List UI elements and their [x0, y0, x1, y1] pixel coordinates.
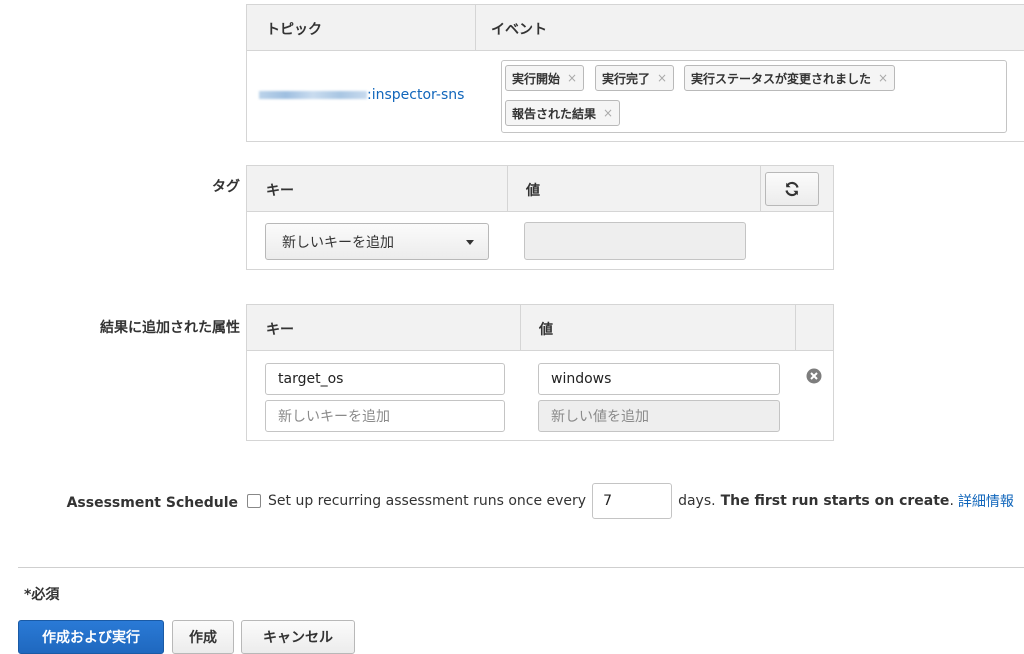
- new-attribute-key-input[interactable]: 新しいキーを追加: [265, 400, 505, 432]
- attributes-key-header: キー: [266, 322, 294, 338]
- days-value: 7: [603, 493, 612, 509]
- event-chip-label: 報告された結果: [512, 106, 597, 121]
- event-chip-label: 実行完了: [602, 71, 651, 86]
- attributes-value-header: 値: [539, 322, 553, 338]
- new-attribute-value-input[interactable]: 新しい値を追加: [538, 400, 780, 432]
- sns-header-row: [247, 5, 1024, 51]
- topic-header: トピック: [266, 22, 322, 38]
- new-attribute-value-placeholder: 新しい値を追加: [551, 409, 649, 425]
- remove-chip-icon[interactable]: ×: [878, 71, 888, 85]
- remove-attribute-icon[interactable]: [806, 368, 822, 384]
- attribute-value-value: windows: [551, 371, 612, 387]
- tags-key-header: キー: [266, 183, 294, 199]
- attribute-key-value: target_os: [278, 371, 344, 387]
- sns-panel: トピック イベント :inspector-sns 実行開始 × 実行完了 × 実…: [246, 4, 1024, 142]
- schedule-row: Set up recurring assessment runs once ev…: [247, 483, 1022, 519]
- footer-divider: [18, 567, 1024, 568]
- schedule-label: Assessment Schedule: [66, 495, 238, 511]
- remove-chip-icon[interactable]: ×: [657, 71, 667, 85]
- cancel-button[interactable]: キャンセル: [241, 620, 355, 654]
- event-header: イベント: [491, 22, 547, 38]
- tag-key-select-label: 新しいキーを追加: [282, 234, 394, 251]
- tags-header-divider: [507, 166, 508, 212]
- create-and-run-button[interactable]: 作成および実行: [18, 620, 164, 654]
- event-chip: 実行ステータスが変更されました ×: [684, 65, 896, 91]
- first-run-text: The first run starts on create: [720, 493, 950, 509]
- chevron-down-icon: [466, 240, 474, 245]
- refresh-button[interactable]: [765, 172, 819, 206]
- days-suffix: days.: [678, 493, 716, 509]
- tags-header-divider: [760, 166, 761, 212]
- event-multiselect[interactable]: 実行開始 × 実行完了 × 実行ステータスが変更されました × 報告された結果 …: [501, 60, 1007, 133]
- topic-redacted-prefix: [259, 91, 367, 99]
- sns-header-divider: [475, 5, 476, 51]
- event-chip-label: 実行開始: [512, 71, 561, 86]
- new-attribute-key-placeholder: 新しいキーを追加: [278, 409, 390, 425]
- attribute-value-input[interactable]: windows: [538, 363, 780, 395]
- tags-panel: キー 値 新しいキーを追加: [246, 165, 834, 270]
- remove-chip-icon[interactable]: ×: [603, 106, 613, 120]
- required-note: *必須: [24, 587, 60, 603]
- tags-value-header: 値: [526, 183, 540, 199]
- event-chip: 報告された結果 ×: [505, 100, 621, 126]
- tag-value-input[interactable]: [524, 222, 746, 260]
- tag-key-select[interactable]: 新しいキーを追加: [265, 223, 489, 260]
- attribute-key-input[interactable]: target_os: [265, 363, 505, 395]
- attributes-panel: キー 値 target_os windows 新しいキーを追加 新しい値を追加: [246, 304, 834, 441]
- recurring-text: Set up recurring assessment runs once ev…: [268, 493, 587, 509]
- attributes-label: 結果に追加された属性: [100, 320, 240, 336]
- event-chip-label: 実行ステータスが変更されました: [691, 71, 872, 86]
- remove-chip-icon[interactable]: ×: [567, 71, 577, 85]
- tags-label: タグ: [212, 179, 240, 195]
- attributes-header-divider: [520, 305, 521, 351]
- more-info-link[interactable]: 詳細情報: [958, 491, 1014, 511]
- period: .: [949, 493, 954, 509]
- event-chip: 実行完了 ×: [595, 65, 675, 91]
- tags-header-row: [247, 166, 833, 212]
- refresh-icon: [785, 181, 799, 197]
- topic-name[interactable]: :inspector-sns: [367, 87, 464, 103]
- create-button[interactable]: 作成: [172, 620, 234, 654]
- attributes-header-divider: [795, 305, 796, 351]
- event-chip: 実行開始 ×: [505, 65, 585, 91]
- recurring-checkbox[interactable]: [247, 494, 261, 508]
- days-input[interactable]: 7: [592, 483, 673, 519]
